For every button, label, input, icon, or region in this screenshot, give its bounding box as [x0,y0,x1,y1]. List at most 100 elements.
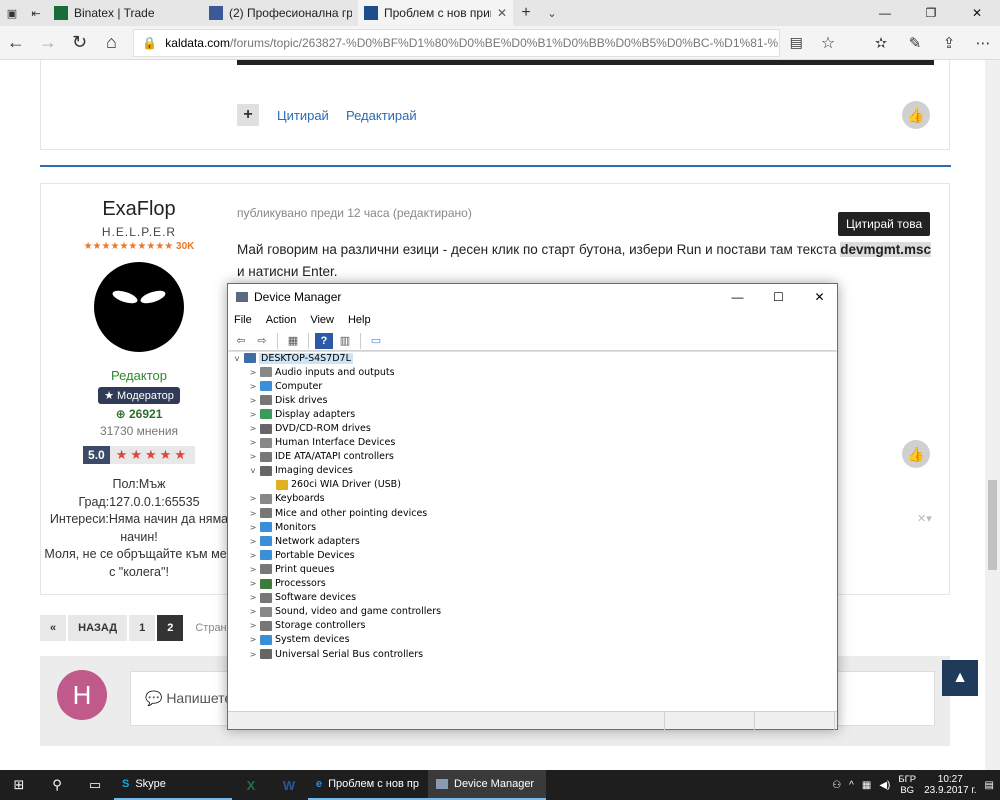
expand-chevron-icon[interactable]: > [248,650,258,659]
tree-root[interactable]: v DESKTOP-S4S7D7L [229,351,836,365]
taskbar-edge[interactable]: e Проблем с нов пр [308,770,428,800]
view-icon[interactable]: ▥ [336,333,354,349]
close-chevron-icon[interactable]: ✕▾ [917,512,932,525]
people-icon[interactable]: ⚇ [832,780,841,791]
tree-node[interactable]: > Monitors [229,520,836,534]
collapse-chevron-icon[interactable]: v [232,354,242,363]
multiquote-button[interactable]: + [237,104,259,126]
close-tab-icon[interactable]: ✕ [497,6,507,20]
pagination-back-button[interactable]: НАЗАД [68,615,128,641]
minimize-button[interactable]: — [862,0,908,26]
page-scrollbar[interactable] [985,60,1000,770]
tree-node[interactable]: > Sound, video and game controllers [229,605,836,619]
tree-node[interactable]: > Network adapters [229,534,836,548]
tab-binatex[interactable]: Binatex | Trade [48,0,203,26]
back-icon[interactable]: ⇦ [232,333,250,349]
close-window-button[interactable]: ✕ [954,0,1000,26]
tab-preview-icon[interactable]: ▣ [0,0,24,26]
excel-icon[interactable]: X [232,770,270,800]
tree-node[interactable]: > Mice and other pointing devices [229,506,836,520]
hub-icon[interactable]: ✫ [864,26,898,60]
expand-chevron-icon[interactable]: > [248,537,258,546]
expand-chevron-icon[interactable]: > [248,396,258,405]
taskbar-skype[interactable]: S Skype [114,770,232,800]
menu-action[interactable]: Action [266,314,297,326]
favorite-star-icon[interactable]: ☆ [812,26,844,60]
tree-node[interactable]: > Disk drives [229,393,836,407]
tree-node[interactable]: > Human Interface Devices [229,436,836,450]
tree-node[interactable]: > Storage controllers [229,619,836,633]
scroll-thumb[interactable] [988,480,997,570]
like-icon[interactable]: 👍 [902,440,930,468]
tree-node[interactable]: > Display adapters [229,407,836,421]
back-arrow-icon[interactable]: ← [0,26,32,60]
forward-arrow-icon[interactable]: → [32,26,64,60]
task-view-icon[interactable]: ▭ [76,770,114,800]
expand-chevron-icon[interactable]: > [248,621,258,630]
page-1-button[interactable]: 1 [129,615,156,641]
properties-icon[interactable]: ▦ [284,333,302,349]
expand-chevron-icon[interactable]: > [248,424,258,433]
help-icon[interactable]: ? [315,332,333,349]
web-note-icon[interactable]: ✎ [898,26,932,60]
menu-help[interactable]: Help [348,314,371,326]
tree-node[interactable]: > Software devices [229,591,836,605]
more-icon[interactable]: ⋯ [966,26,1000,60]
expand-chevron-icon[interactable]: > [248,382,258,391]
page-2-button[interactable]: 2 [157,615,184,641]
expand-chevron-icon[interactable]: > [248,523,258,532]
tab-facebook[interactable]: (2) Професионална група за [203,0,358,26]
expand-chevron-icon[interactable]: > [248,410,258,419]
new-tab-button[interactable]: + [513,0,539,26]
address-bar[interactable]: 🔒 kaldata.com /forums/topic/263827-%D0%B… [133,28,781,57]
dm-maximize-button[interactable]: ☐ [761,284,796,310]
expand-chevron-icon[interactable]: > [248,368,258,377]
menu-file[interactable]: File [234,314,252,326]
volume-icon[interactable]: ◀) [879,780,890,791]
tree-node[interactable]: > Computer [229,379,836,393]
word-icon[interactable]: W [270,770,308,800]
dm-minimize-button[interactable]: — [720,284,755,310]
share-icon[interactable]: ⇪ [932,26,966,60]
back-tabs-icon[interactable]: ⇤ [24,0,48,26]
expand-chevron-icon[interactable]: > [248,607,258,616]
like-icon[interactable]: 👍 [902,101,930,129]
search-icon[interactable]: ⚲ [38,770,76,800]
refresh-icon[interactable]: ↻ [64,26,96,60]
expand-chevron-icon[interactable]: > [248,593,258,602]
tree-node[interactable]: > Keyboards [229,492,836,506]
scroll-to-top-button[interactable]: ▲ [942,660,978,696]
reading-view-icon[interactable]: ▤ [780,26,812,60]
expand-chevron-icon[interactable]: > [248,635,258,644]
collapse-chevron-icon[interactable]: v [248,466,258,475]
tree-node[interactable]: > DVD/CD-ROM drives [229,421,836,435]
restore-button[interactable]: ❐ [908,0,954,26]
taskbar-device-manager[interactable]: Device Manager [428,770,546,800]
monitor-icon[interactable]: ▭ [367,333,385,349]
tree-node[interactable]: > System devices [229,633,836,647]
expand-chevron-icon[interactable]: > [248,551,258,560]
expand-chevron-icon[interactable]: > [248,438,258,447]
network-icon[interactable]: ▦ [862,780,871,791]
tree-node[interactable]: > Audio inputs and outputs [229,365,836,379]
show-hidden-icons-chevron-icon[interactable]: ^ [849,780,854,791]
expand-chevron-icon[interactable]: > [248,452,258,461]
pagination-prev-button[interactable]: « [40,615,67,641]
tree-node[interactable]: v Imaging devices [229,464,836,478]
action-center-icon[interactable]: ▤ [985,780,994,791]
tree-node[interactable]: 260ci WIA Driver (USB) [229,478,836,492]
home-icon[interactable]: ⌂ [95,26,127,60]
menu-view[interactable]: View [310,314,334,326]
expand-chevron-icon[interactable]: > [248,565,258,574]
tree-node[interactable]: > Universal Serial Bus controllers [229,647,836,661]
expand-chevron-icon[interactable]: > [248,579,258,588]
edit-link[interactable]: Редактирай [346,108,417,123]
tab-list-chevron-icon[interactable]: ⌄ [539,0,565,26]
tree-node[interactable]: > Print queues [229,562,836,576]
dm-titlebar[interactable]: Device Manager — ☐ ✕ [228,284,837,310]
expand-chevron-icon[interactable]: > [248,494,258,503]
dm-close-button[interactable]: ✕ [802,284,837,310]
avatar[interactable] [94,262,184,352]
tree-node[interactable]: > IDE ATA/ATAPI controllers [229,450,836,464]
clock[interactable]: 10:27 23.9.2017 г. [924,774,976,796]
